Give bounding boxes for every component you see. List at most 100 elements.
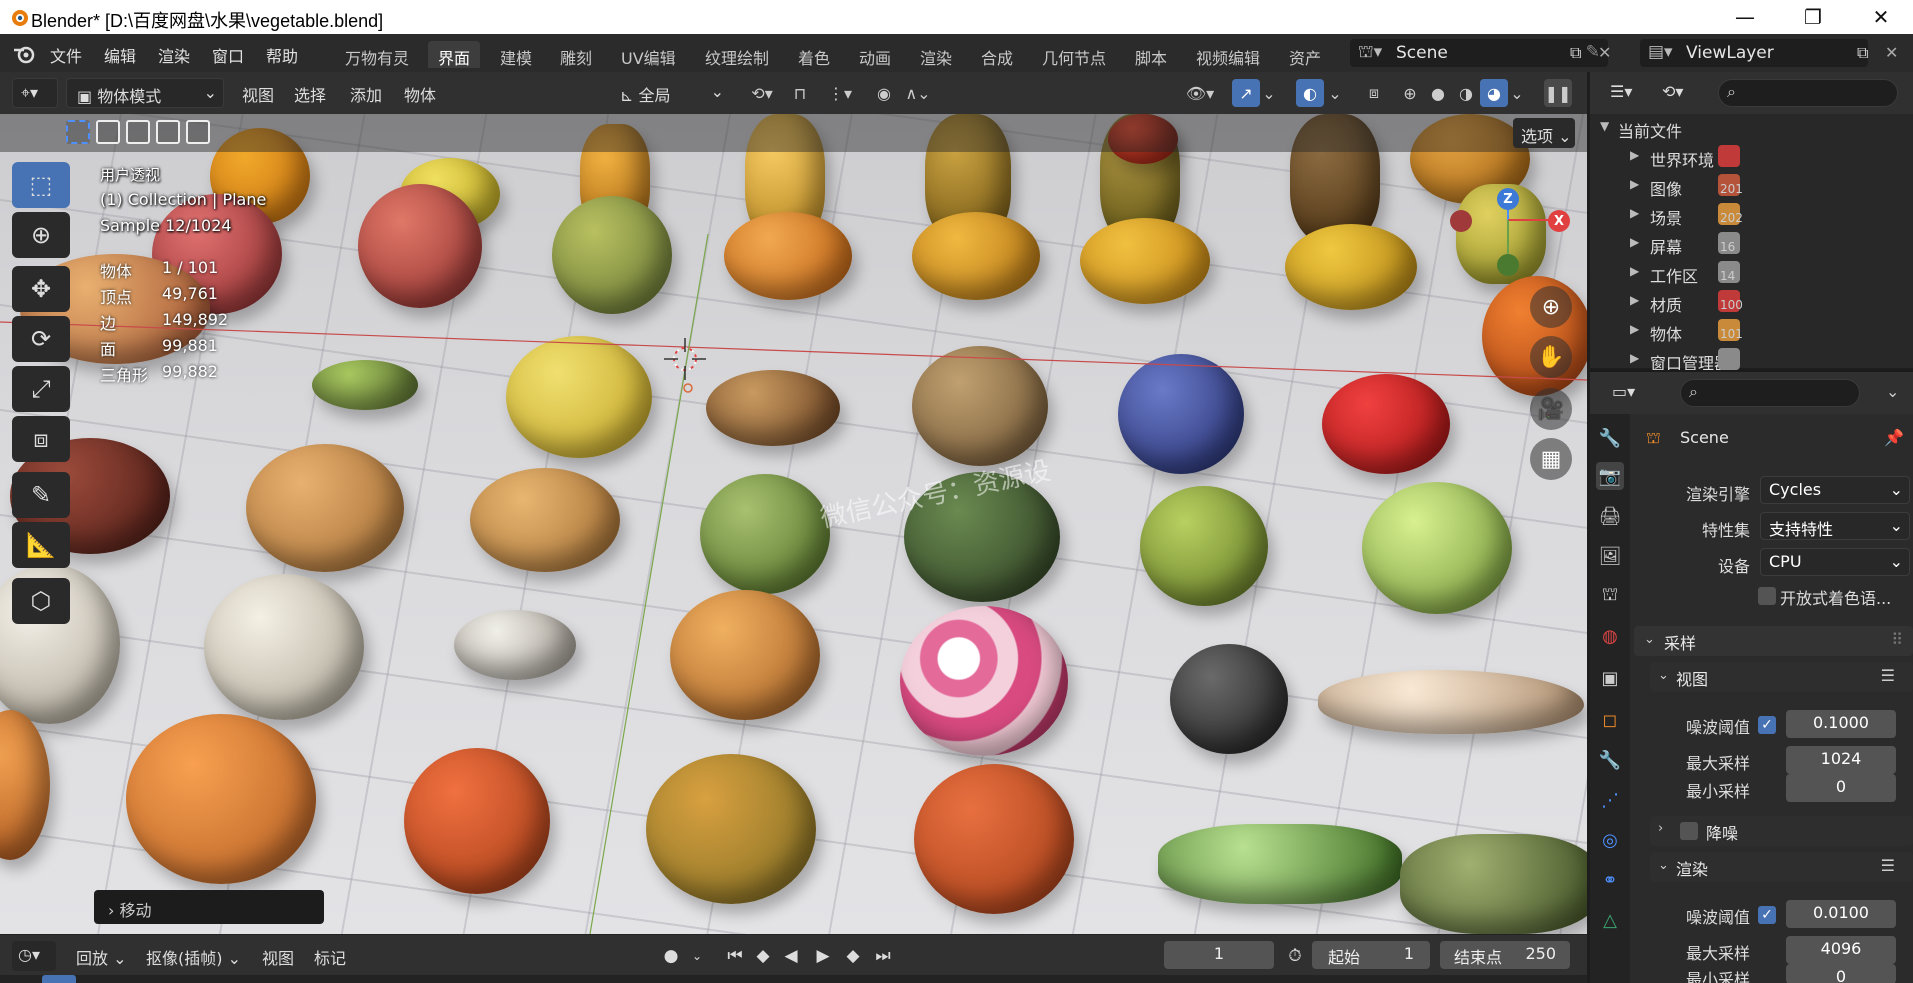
mode-dropdown[interactable]: ▣ 物体模式 ⌄ [66, 78, 224, 108]
navigation-gizmo[interactable]: Z X [1450, 186, 1572, 286]
tab-workspace-shading[interactable]: 着色 [788, 41, 840, 68]
chevron-down-icon[interactable]: ⌄ [1326, 79, 1344, 107]
perspective-toggle-icon[interactable]: ▦ [1530, 438, 1572, 480]
tab-workspace-geometry-nodes[interactable]: 几何节点 [1032, 41, 1116, 68]
chevron-down-icon[interactable]: ⌄ [1260, 79, 1278, 107]
minimize-button[interactable]: — [1713, 0, 1777, 34]
zoom-icon[interactable]: ⊕ [1530, 286, 1572, 328]
preset-list-icon[interactable]: ☰ [1881, 856, 1895, 875]
visibility-icon[interactable]: 👁▾ [1178, 79, 1222, 107]
material-shading-icon[interactable]: ◑ [1452, 79, 1480, 107]
outliner-row[interactable]: ▶ 物体 101 [1590, 317, 1913, 346]
tab-workspace-uv[interactable]: UV编辑 [611, 41, 686, 68]
cursor-tool-icon[interactable]: ⊕ [12, 212, 70, 258]
menu-object[interactable]: 物体 [404, 82, 436, 106]
end-frame-field[interactable]: 结束点 250 [1440, 941, 1570, 969]
blender-menu-icon[interactable] [12, 43, 36, 65]
properties-search-input[interactable]: ⌕ [1680, 379, 1860, 407]
current-frame-field[interactable]: 1 [1164, 941, 1274, 969]
delete-viewlayer-icon[interactable]: ✕ [1885, 43, 1898, 62]
render-noise-checkbox[interactable]: ✓ [1758, 906, 1776, 924]
pan-hand-icon[interactable]: ✋ [1530, 336, 1572, 378]
pin-icon[interactable]: 📌 [1884, 428, 1904, 447]
preset-list-icon[interactable]: ☰ [1881, 666, 1895, 685]
tab-workspace-video-editing[interactable]: 视频编辑 [1186, 41, 1270, 68]
chevron-right-icon[interactable]: ▶ [1630, 206, 1639, 220]
wireframe-shading-icon[interactable]: ⊕ [1396, 79, 1424, 107]
editor-type-dropdown[interactable]: ⌖▾ [12, 78, 58, 108]
new-viewlayer-icon[interactable]: ⧉ [1857, 43, 1868, 63]
play-reverse-icon[interactable]: ◀ [778, 943, 804, 969]
modifier-tab-icon[interactable]: 🔧 [1596, 746, 1624, 774]
scale-tool-icon[interactable]: ⤢ [12, 366, 70, 412]
3d-cursor-icon[interactable] [660, 334, 710, 384]
gizmo-neg-x-axis[interactable] [1450, 210, 1472, 232]
tab-workspace-scripting[interactable]: 脚本 [1125, 41, 1177, 68]
gizmo-y-axis[interactable] [1497, 254, 1519, 276]
object-tab-icon[interactable]: ◻ [1596, 706, 1624, 734]
outliner-row[interactable]: ▶ 世界环境 [1590, 143, 1913, 172]
solid-shading-icon[interactable]: ● [1424, 79, 1452, 107]
menu-file[interactable]: 文件 [50, 43, 82, 67]
jump-start-icon[interactable]: ⏮ [722, 943, 748, 969]
chevron-down-icon[interactable]: ▼ [1600, 119, 1609, 133]
select-box-tool-icon[interactable]: ⬚ [12, 162, 70, 208]
transform-tool-icon[interactable]: ⧈ [12, 416, 70, 462]
snap-toggle-icon[interactable]: ⊓ [786, 79, 814, 107]
start-frame-field[interactable]: 起始 1 [1312, 941, 1430, 969]
annotate-tool-icon[interactable]: ✎ [12, 472, 70, 518]
outliner-row[interactable]: ▶ 图像 201 [1590, 172, 1913, 201]
falloff-icon[interactable]: ∧⌄ [900, 79, 936, 107]
viewport-sampling-header[interactable]: ⌄ 视图 ☰ [1650, 662, 1913, 692]
transform-orientation-dropdown[interactable]: ⊾ 全局 ⌄ [612, 78, 728, 108]
render-engine-select[interactable]: Cycles ⌄ [1760, 476, 1910, 504]
pause-render-icon[interactable]: ❚❚ [1544, 79, 1572, 107]
properties-editor-type[interactable]: ▭▾ [1606, 378, 1652, 408]
timeline-view-menu[interactable]: 视图 [262, 945, 294, 969]
display-mode-dropdown[interactable]: ⟲▾ [1656, 78, 1708, 108]
tool-tab-icon[interactable]: 🔧 [1596, 424, 1624, 452]
frame-ruler[interactable] [0, 975, 1587, 983]
chevron-right-icon[interactable]: ▶ [1630, 148, 1639, 162]
chevron-right-icon[interactable]: ▶ [1630, 351, 1639, 365]
tab-workspace-sculpt[interactable]: 雕刻 [550, 41, 602, 68]
marker-menu[interactable]: 标记 [314, 945, 346, 969]
gizmo-z-axis[interactable]: Z [1497, 188, 1519, 210]
menu-edit[interactable]: 编辑 [104, 43, 136, 67]
menu-help[interactable]: 帮助 [266, 43, 298, 67]
render-max-field[interactable]: 4096 [1786, 936, 1896, 964]
measure-tool-icon[interactable]: 📐 [12, 522, 70, 568]
tab-workspace-0[interactable]: 万物有灵 [335, 41, 419, 68]
next-keyframe-icon[interactable]: ◆ [840, 943, 866, 969]
chevron-right-icon[interactable]: ▶ [1630, 293, 1639, 307]
menu-add[interactable]: 添加 [350, 82, 382, 106]
outliner-row[interactable]: ▶ 材质 100 [1590, 288, 1913, 317]
view-layer-tab-icon[interactable]: 🖼 [1596, 542, 1624, 570]
new-scene-icon[interactable]: ⧉ [1570, 43, 1581, 63]
outliner-row[interactable]: ▶ 场景 202 [1590, 201, 1913, 230]
render-min-field[interactable]: 0 [1786, 964, 1896, 983]
playhead[interactable] [42, 975, 76, 983]
collection-tab-icon[interactable]: ▣ [1596, 664, 1624, 692]
viewlayer-selector[interactable]: ▤▾ ViewLayer [1640, 39, 1868, 67]
tab-workspace-rendering[interactable]: 渲染 [910, 41, 962, 68]
data-tab-icon[interactable]: △ [1596, 906, 1624, 934]
select-intersect-icon[interactable] [186, 120, 210, 144]
select-subtract-icon[interactable] [126, 120, 150, 144]
gizmo-toggle-icon[interactable]: ↗ [1232, 79, 1260, 107]
drag-handle-icon[interactable]: ⠿ [1891, 630, 1903, 649]
options-dropdown[interactable]: 选项 ⌄ [1513, 118, 1575, 148]
prev-keyframe-icon[interactable]: ◆ [750, 943, 776, 969]
camera-view-icon[interactable]: 🎥 [1530, 388, 1572, 430]
device-select[interactable]: CPU ⌄ [1760, 548, 1910, 576]
feature-set-select[interactable]: 支持特性 ⌄ [1760, 512, 1910, 540]
chevron-down-icon[interactable]: ⌄ [1508, 79, 1526, 107]
tab-workspace-modeling[interactable]: 建模 [490, 41, 542, 68]
tab-workspace-texture-paint[interactable]: 纹理绘制 [695, 41, 779, 68]
tab-workspace-compositing[interactable]: 合成 [971, 41, 1023, 68]
output-tab-icon[interactable]: 🖨 [1596, 502, 1624, 530]
playback-menu[interactable]: 回放 ⌄ [76, 945, 127, 969]
proportional-edit-icon[interactable]: ◉ [870, 79, 898, 107]
viewport-min-field[interactable]: 0 [1786, 774, 1896, 802]
render-noise-field[interactable]: 0.0100 [1786, 900, 1896, 928]
